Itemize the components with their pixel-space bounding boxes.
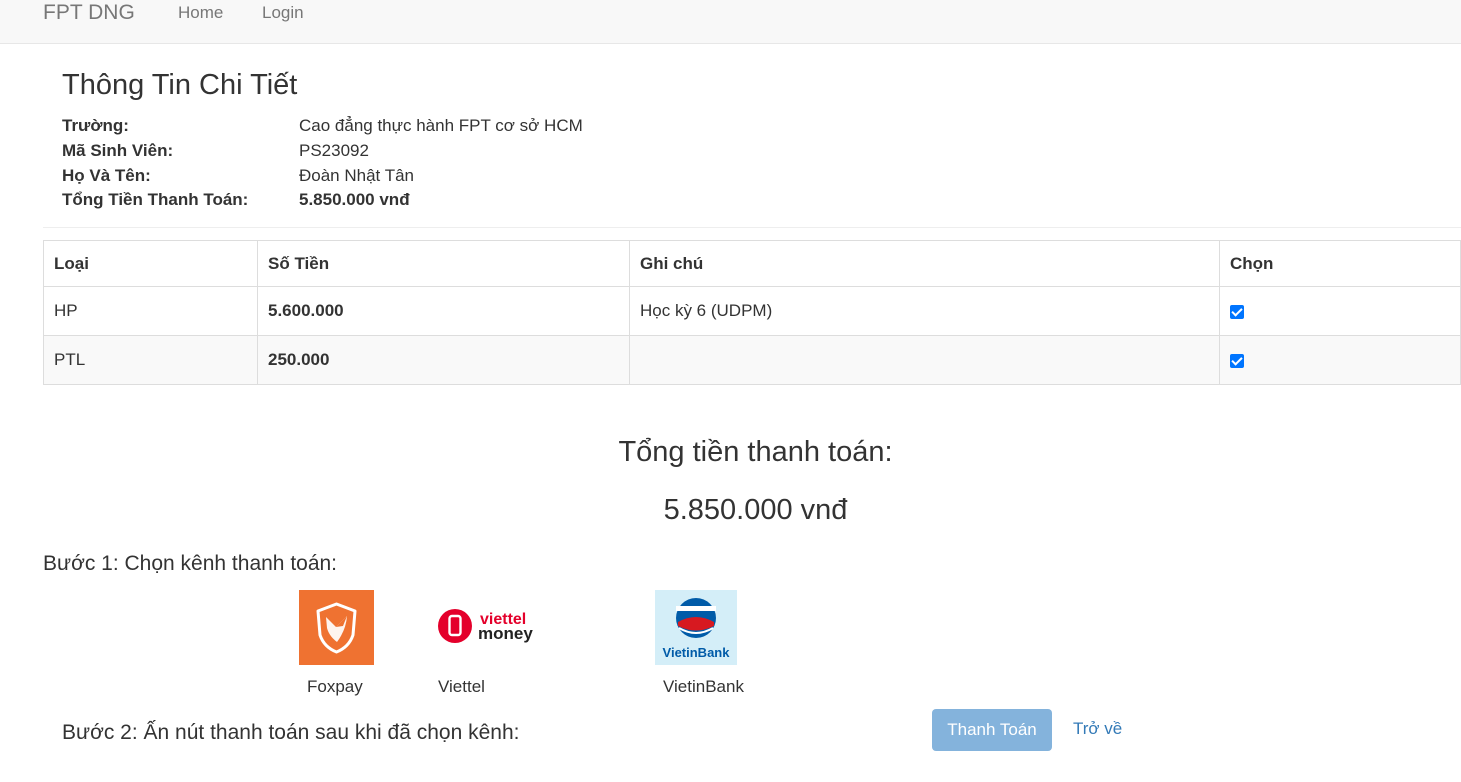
vietinbank-logo-text: VietinBank bbox=[663, 645, 731, 660]
divider bbox=[43, 227, 1461, 228]
total-value: 5.850.000 vnđ bbox=[663, 494, 848, 526]
fees-table: Loại Số Tiền Ghi chú Chọn HP 5.600.000 H… bbox=[43, 240, 1461, 385]
table-row: PTL 250.000 bbox=[43, 335, 1461, 385]
navbar: FPT DNG Home Login bbox=[0, 0, 1461, 44]
nav-login-link[interactable]: Login bbox=[262, 2, 304, 24]
column-header-type: Loại bbox=[43, 240, 258, 287]
foxpay-logo-icon[interactable] bbox=[299, 590, 374, 665]
select-checkbox[interactable] bbox=[1230, 353, 1244, 368]
vietinbank-label[interactable]: VietinBank bbox=[663, 676, 744, 698]
page-title: Thông Tin Chi Tiết bbox=[62, 69, 298, 101]
cell-select bbox=[1219, 335, 1461, 385]
nav-home-link[interactable]: Home bbox=[178, 2, 223, 24]
vietinbank-logo-icon[interactable]: VietinBank bbox=[655, 590, 737, 665]
info-value: PS23092 bbox=[299, 141, 369, 160]
step1-instruction: Bước 1: Chọn kênh thanh toán: bbox=[43, 552, 338, 575]
cell-type: PTL bbox=[43, 335, 258, 385]
pay-button[interactable]: Thanh Toán bbox=[932, 709, 1052, 751]
brand-link[interactable]: FPT DNG bbox=[43, 0, 135, 26]
cell-note bbox=[629, 335, 1220, 385]
info-value: Đoàn Nhật Tân bbox=[299, 166, 414, 185]
step2-instruction: Bước 2: Ấn nút thanh toán sau khi đã chọ… bbox=[62, 721, 520, 744]
viettel-label[interactable]: Viettel bbox=[438, 676, 485, 698]
column-header-amount: Số Tiền bbox=[257, 240, 630, 287]
info-label: Mã Sinh Viên: bbox=[62, 141, 174, 160]
info-value: 5.850.000 vnđ bbox=[299, 190, 410, 209]
select-checkbox[interactable] bbox=[1230, 304, 1244, 319]
table-header-row: Loại Số Tiền Ghi chú Chọn bbox=[43, 240, 1461, 287]
back-link[interactable]: Trở về bbox=[1073, 718, 1122, 740]
column-header-note: Ghi chú bbox=[629, 240, 1220, 287]
cell-amount: 250.000 bbox=[257, 335, 630, 385]
cell-select bbox=[1219, 286, 1461, 336]
cell-note: Học kỳ 6 (UDPM) bbox=[629, 286, 1220, 336]
info-value: Cao đẳng thực hành FPT cơ sở HCM bbox=[299, 116, 583, 135]
info-label: Họ Và Tên: bbox=[62, 166, 151, 185]
info-label: Trường: bbox=[62, 116, 129, 135]
money-logo-text: money bbox=[478, 624, 533, 643]
cell-amount: 5.600.000 bbox=[257, 286, 630, 336]
info-label: Tổng Tiền Thanh Toán: bbox=[62, 190, 249, 209]
total-label: Tổng tiền thanh toán: bbox=[618, 436, 893, 468]
foxpay-label[interactable]: Foxpay bbox=[307, 676, 363, 698]
cell-type: HP bbox=[43, 286, 258, 336]
table-row: HP 5.600.000 Học kỳ 6 (UDPM) bbox=[43, 286, 1461, 336]
column-header-select: Chọn bbox=[1219, 240, 1461, 287]
viettel-money-logo-icon[interactable]: viettel money bbox=[436, 604, 544, 648]
